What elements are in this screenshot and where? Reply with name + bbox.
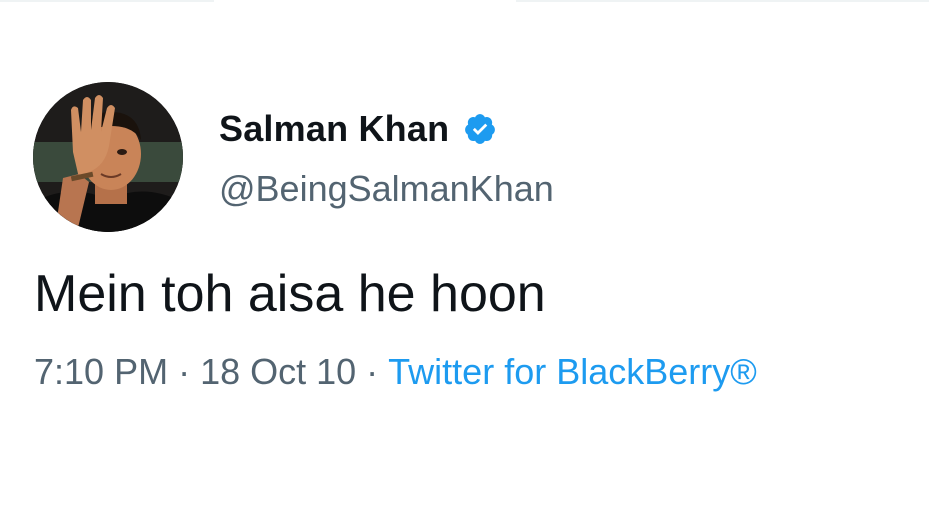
author-line: Salman Khan [219,108,497,150]
avatar-image [33,82,183,232]
verified-badge-icon [463,112,497,146]
tweet-card: Salman Khan @BeingSalmanKhan Mein toh ai… [0,0,929,506]
meta-separator: · [366,351,379,392]
tweet-meta: 7:10 PM · 18 Oct 10 · Twitter for BlackBerry… [34,350,757,394]
meta-separator: · [178,351,191,392]
divider-left [0,0,214,2]
tweet-text: Mein toh aisa he hoon [34,265,546,323]
display-name[interactable]: Salman Khan [219,108,449,150]
tweet-source-link[interactable]: Twitter for BlackBerry® [388,351,757,392]
user-handle[interactable]: @BeingSalmanKhan [219,168,554,210]
tweet-time[interactable]: 7:10 PM [34,351,168,392]
avatar[interactable] [33,82,183,232]
divider-right [516,0,929,2]
tweet-date[interactable]: 18 Oct 10 [200,351,356,392]
